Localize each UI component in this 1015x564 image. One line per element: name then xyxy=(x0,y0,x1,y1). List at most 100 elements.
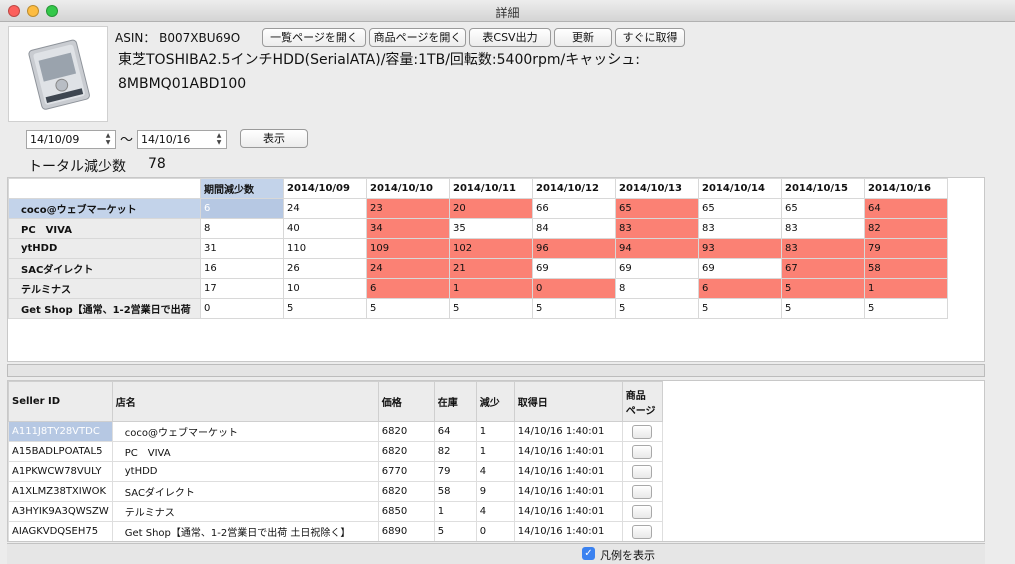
grid-cell[interactable]: 8 xyxy=(200,218,284,239)
product-page-header[interactable]: 商品 ページ xyxy=(621,381,663,422)
seller-id-cell[interactable]: A1PKWCW78VULY xyxy=(8,461,113,482)
grid-cell[interactable]: 84 xyxy=(532,218,616,239)
grid-column-header[interactable]: 期間減少数 xyxy=(200,178,284,199)
fetched-date-cell[interactable]: 14/10/16 1:40:01 xyxy=(513,441,623,462)
grid-cell[interactable]: 6 xyxy=(200,198,284,219)
shop-name-header[interactable]: 店名 xyxy=(111,381,379,422)
grid-cell[interactable]: 0 xyxy=(532,278,616,299)
decrease-cell[interactable]: 4 xyxy=(475,501,515,522)
price-cell[interactable]: 6820 xyxy=(377,441,435,462)
grid-cell[interactable]: 109 xyxy=(366,238,450,259)
grid-cell[interactable]: 6 xyxy=(366,278,450,299)
grid-cell[interactable]: 83 xyxy=(615,218,699,239)
grid-cell[interactable]: 69 xyxy=(615,258,699,279)
fetched-date-cell[interactable]: 14/10/16 1:40:01 xyxy=(513,481,623,502)
price-header[interactable]: 価格 xyxy=(377,381,435,422)
grid-cell[interactable]: 24 xyxy=(366,258,450,279)
decrease-cell[interactable]: 1 xyxy=(475,441,515,462)
fetch-now-button[interactable]: すぐに取得 xyxy=(615,28,685,47)
grid-column-header[interactable]: 2014/10/15 xyxy=(781,178,865,199)
grid-cell[interactable]: 83 xyxy=(698,218,782,239)
open-product-page-row-button[interactable] xyxy=(632,424,653,439)
grid-cell[interactable]: 21 xyxy=(449,258,533,279)
horizontal-scrollbar[interactable] xyxy=(7,364,985,377)
grid-row-header[interactable]: ytHDD xyxy=(8,238,201,259)
shop-name-cell[interactable]: Get Shop【通常、1-2営業日で出荷 土日祝除く】 xyxy=(111,521,379,541)
stock-cell[interactable]: 58 xyxy=(433,481,477,502)
seller-row[interactable]: AIAGKVDQSEH75 Get Shop【通常、1-2営業日で出荷 土日祝除く… xyxy=(8,521,663,541)
open-product-page-row-button[interactable] xyxy=(632,504,653,519)
grid-cell[interactable]: 65 xyxy=(615,198,699,219)
grid-cell[interactable]: 40 xyxy=(283,218,367,239)
grid-cell[interactable]: 65 xyxy=(781,198,865,219)
grid-cell[interactable]: 34 xyxy=(366,218,450,239)
date-to-stepper-icon[interactable]: ▲ ▼ xyxy=(214,132,224,147)
grid-cell[interactable]: 5 xyxy=(615,298,699,319)
grid-cell[interactable]: 79 xyxy=(864,238,948,259)
grid-row-header[interactable]: テルミナス xyxy=(8,278,201,299)
shop-name-cell[interactable]: PC VIVA xyxy=(111,441,379,462)
shop-name-cell[interactable]: SACダイレクト xyxy=(111,481,379,502)
open-product-page-row-button[interactable] xyxy=(632,524,653,539)
stock-cell[interactable]: 1 xyxy=(433,501,477,522)
grid-row-header[interactable]: PC VIVA xyxy=(8,218,201,239)
price-cell[interactable]: 6890 xyxy=(377,521,435,541)
grid-cell[interactable]: 69 xyxy=(698,258,782,279)
grid-cell[interactable]: 66 xyxy=(532,198,616,219)
grid-cell[interactable]: 96 xyxy=(532,238,616,259)
grid-column-header[interactable]: 2014/10/13 xyxy=(615,178,699,199)
grid-cell[interactable]: 67 xyxy=(781,258,865,279)
grid-cell[interactable]: 93 xyxy=(698,238,782,259)
refresh-button[interactable]: 更新 xyxy=(554,28,612,47)
grid-cell[interactable]: 0 xyxy=(200,298,284,319)
grid-column-header[interactable]: 2014/10/09 xyxy=(283,178,367,199)
grid-cell[interactable]: 1 xyxy=(864,278,948,299)
decrease-cell[interactable]: 0 xyxy=(475,521,515,541)
grid-row[interactable]: テルミナス 17 10 6 1 0 8 6 5 1 xyxy=(8,278,948,299)
shop-name-cell[interactable]: テルミナス xyxy=(111,501,379,522)
grid-column-header[interactable]: 2014/10/14 xyxy=(698,178,782,199)
seller-id-cell[interactable]: A3HYIK9A3QWSZW xyxy=(8,501,113,522)
show-button[interactable]: 表示 xyxy=(240,129,308,148)
decrease-grid[interactable]: 期間減少数 2014/10/09 2014/10/10 2014/10/11 2014/… xyxy=(7,177,985,362)
grid-row[interactable]: SACダイレクト 16 26 24 21 69 69 69 67 58 xyxy=(8,258,948,279)
open-product-page-row-button[interactable] xyxy=(632,444,653,459)
grid-column-header[interactable]: 2014/10/10 xyxy=(366,178,450,199)
grid-cell[interactable]: 58 xyxy=(864,258,948,279)
decrease-cell[interactable]: 1 xyxy=(475,421,515,442)
grid-cell[interactable]: 83 xyxy=(781,218,865,239)
grid-cell[interactable]: 35 xyxy=(449,218,533,239)
seller-row[interactable]: A111J8TY28VTDC coco@ウェブマーケット 6820 64 1 14/10/… xyxy=(8,421,663,442)
grid-cell[interactable]: 110 xyxy=(283,238,367,259)
stock-cell[interactable]: 79 xyxy=(433,461,477,482)
open-product-page-button[interactable]: 商品ページを開く xyxy=(369,28,466,47)
open-product-page-row-button[interactable] xyxy=(632,484,653,499)
seller-id-cell[interactable]: A1XLMZ38TXIWOK xyxy=(8,481,113,502)
grid-column-header[interactable]: 2014/10/11 xyxy=(449,178,533,199)
fetched-date-cell[interactable]: 14/10/16 1:40:01 xyxy=(513,521,623,541)
date-from-stepper-icon[interactable]: ▲ ▼ xyxy=(103,132,113,147)
grid-cell[interactable]: 5 xyxy=(864,298,948,319)
seller-row[interactable]: A1XLMZ38TXIWOK SACダイレクト 6820 58 9 14/10/16 1:… xyxy=(8,481,663,502)
grid-row[interactable]: ytHDD 31 110 109 102 96 94 93 83 79 xyxy=(8,238,948,259)
legend-checkbox-label[interactable]: 凡例を表示 xyxy=(600,547,655,563)
seller-id-header[interactable]: Seller ID xyxy=(8,381,113,422)
grid-cell[interactable]: 20 xyxy=(449,198,533,219)
grid-cell[interactable]: 10 xyxy=(283,278,367,299)
fetched-date-cell[interactable]: 14/10/16 1:40:01 xyxy=(513,421,623,442)
stock-cell[interactable]: 5 xyxy=(433,521,477,541)
shop-name-cell[interactable]: ytHDD xyxy=(111,461,379,482)
grid-cell[interactable]: 5 xyxy=(698,298,782,319)
decrease-cell[interactable]: 4 xyxy=(475,461,515,482)
seller-row[interactable]: A3HYIK9A3QWSZW テルミナス 6850 1 4 14/10/16 1:40:0… xyxy=(8,501,663,522)
fetched-date-cell[interactable]: 14/10/16 1:40:01 xyxy=(513,461,623,482)
grid-cell[interactable]: 5 xyxy=(781,278,865,299)
open-product-page-row-button[interactable] xyxy=(632,464,653,479)
grid-cell[interactable]: 1 xyxy=(449,278,533,299)
stock-cell[interactable]: 82 xyxy=(433,441,477,462)
grid-row-header[interactable]: Get Shop【通常、1-2営業日で出荷 xyxy=(8,298,201,319)
date-to-field[interactable]: 14/10/16 ▲ ▼ xyxy=(137,130,227,149)
grid-row[interactable]: Get Shop【通常、1-2営業日で出荷 0 5 5 5 5 5 5 5 5 xyxy=(8,298,948,319)
export-csv-button[interactable]: 表CSV出力 xyxy=(469,28,551,47)
seller-id-cell[interactable]: A15BADLPOATAL5 xyxy=(8,441,113,462)
